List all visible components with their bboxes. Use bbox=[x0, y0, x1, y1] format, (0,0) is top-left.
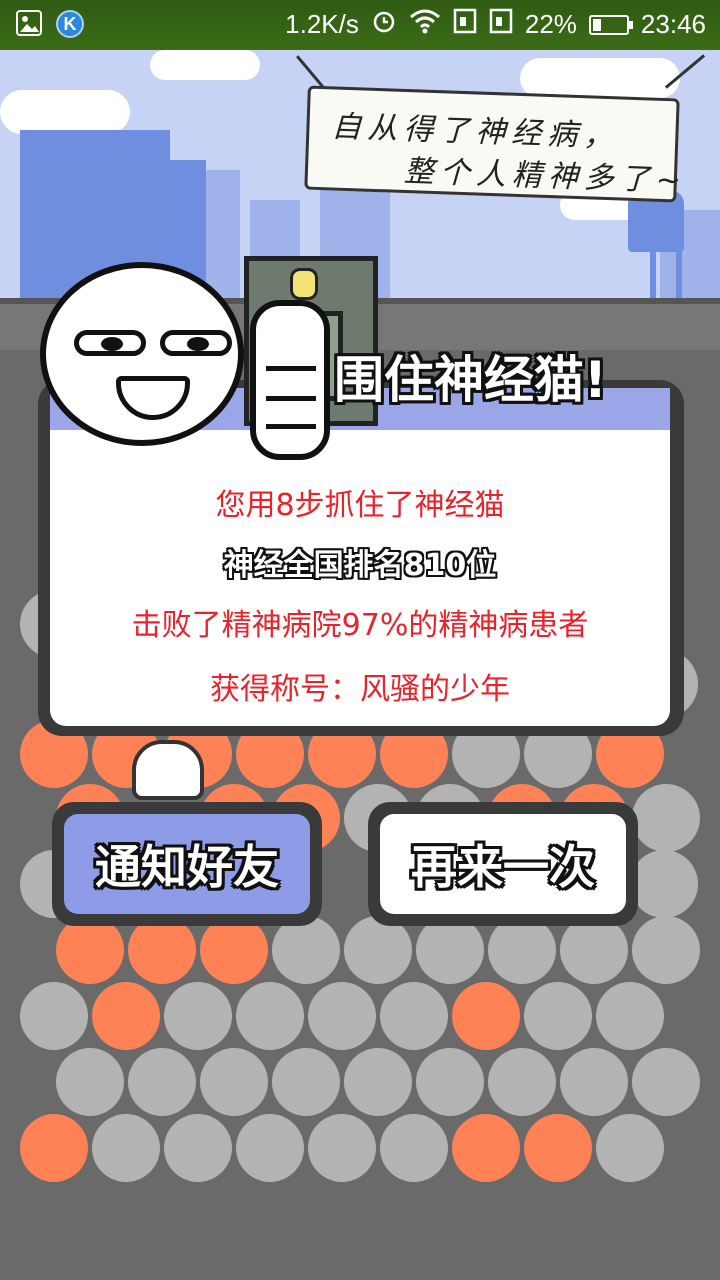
beat-text: 击败了精神病院97%的精神病患者 bbox=[131, 608, 589, 643]
board-cell-empty[interactable] bbox=[488, 1048, 556, 1116]
board-cell-empty[interactable] bbox=[164, 982, 232, 1050]
board-cell-empty[interactable] bbox=[380, 1114, 448, 1182]
board-cell-empty[interactable] bbox=[308, 1114, 376, 1182]
play-again-button-frame: 再来一次 bbox=[368, 802, 638, 926]
steps-text: 您用8步抓住了神经猫 bbox=[215, 488, 505, 523]
board-cell-blocked[interactable] bbox=[200, 916, 268, 984]
notify-friends-button[interactable]: 通知好友 bbox=[64, 814, 310, 914]
board-cell-empty[interactable] bbox=[236, 1114, 304, 1182]
board-cell-empty[interactable] bbox=[524, 982, 592, 1050]
board-cell-empty[interactable] bbox=[596, 1114, 664, 1182]
board-cell-empty[interactable] bbox=[344, 916, 412, 984]
bulb-icon bbox=[290, 268, 318, 300]
board-cell-blocked[interactable] bbox=[452, 982, 520, 1050]
board-cell-empty[interactable] bbox=[56, 1048, 124, 1116]
board-cell-empty[interactable] bbox=[272, 1048, 340, 1116]
thumbs-up-icon bbox=[250, 300, 330, 460]
board-cell-blocked[interactable] bbox=[20, 1114, 88, 1182]
board-cell-empty[interactable] bbox=[344, 1048, 412, 1116]
honor-text: 获得称号：风骚的少年 bbox=[210, 672, 510, 707]
board-cell-empty[interactable] bbox=[200, 1048, 268, 1116]
board-cell-empty[interactable] bbox=[164, 1114, 232, 1182]
board-cell-empty[interactable] bbox=[632, 1048, 700, 1116]
board-cell-empty[interactable] bbox=[416, 916, 484, 984]
mascot-face-icon bbox=[40, 262, 244, 446]
notify-friends-button-frame: 通知好友 bbox=[52, 802, 322, 926]
board-cell-empty[interactable] bbox=[632, 784, 700, 852]
board-cell-empty[interactable] bbox=[560, 1048, 628, 1116]
board-cell-empty[interactable] bbox=[308, 982, 376, 1050]
dialog-title: 围住神经猫! bbox=[334, 351, 607, 409]
board-cell-empty[interactable] bbox=[560, 916, 628, 984]
board-cell-empty[interactable] bbox=[92, 1114, 160, 1182]
rank-text: 神经全国排名810位 bbox=[223, 548, 497, 583]
board-cell-empty[interactable] bbox=[236, 982, 304, 1050]
board-cell-empty[interactable] bbox=[128, 1048, 196, 1116]
board-cell-empty[interactable] bbox=[630, 850, 698, 918]
cat-paw-icon bbox=[132, 740, 204, 800]
board-cell-blocked[interactable] bbox=[524, 1114, 592, 1182]
board-cell-blocked[interactable] bbox=[128, 916, 196, 984]
board-cell-blocked[interactable] bbox=[452, 1114, 520, 1182]
board-cell-empty[interactable] bbox=[488, 916, 556, 984]
board-cell-empty[interactable] bbox=[380, 982, 448, 1050]
board-cell-blocked[interactable] bbox=[56, 916, 124, 984]
board-cell-blocked[interactable] bbox=[92, 982, 160, 1050]
play-again-button[interactable]: 再来一次 bbox=[380, 814, 626, 914]
board-cell-empty[interactable] bbox=[20, 982, 88, 1050]
board-cell-empty[interactable] bbox=[632, 916, 700, 984]
board-cell-empty[interactable] bbox=[596, 982, 664, 1050]
board-cell-empty[interactable] bbox=[272, 916, 340, 984]
board-cell-empty[interactable] bbox=[416, 1048, 484, 1116]
